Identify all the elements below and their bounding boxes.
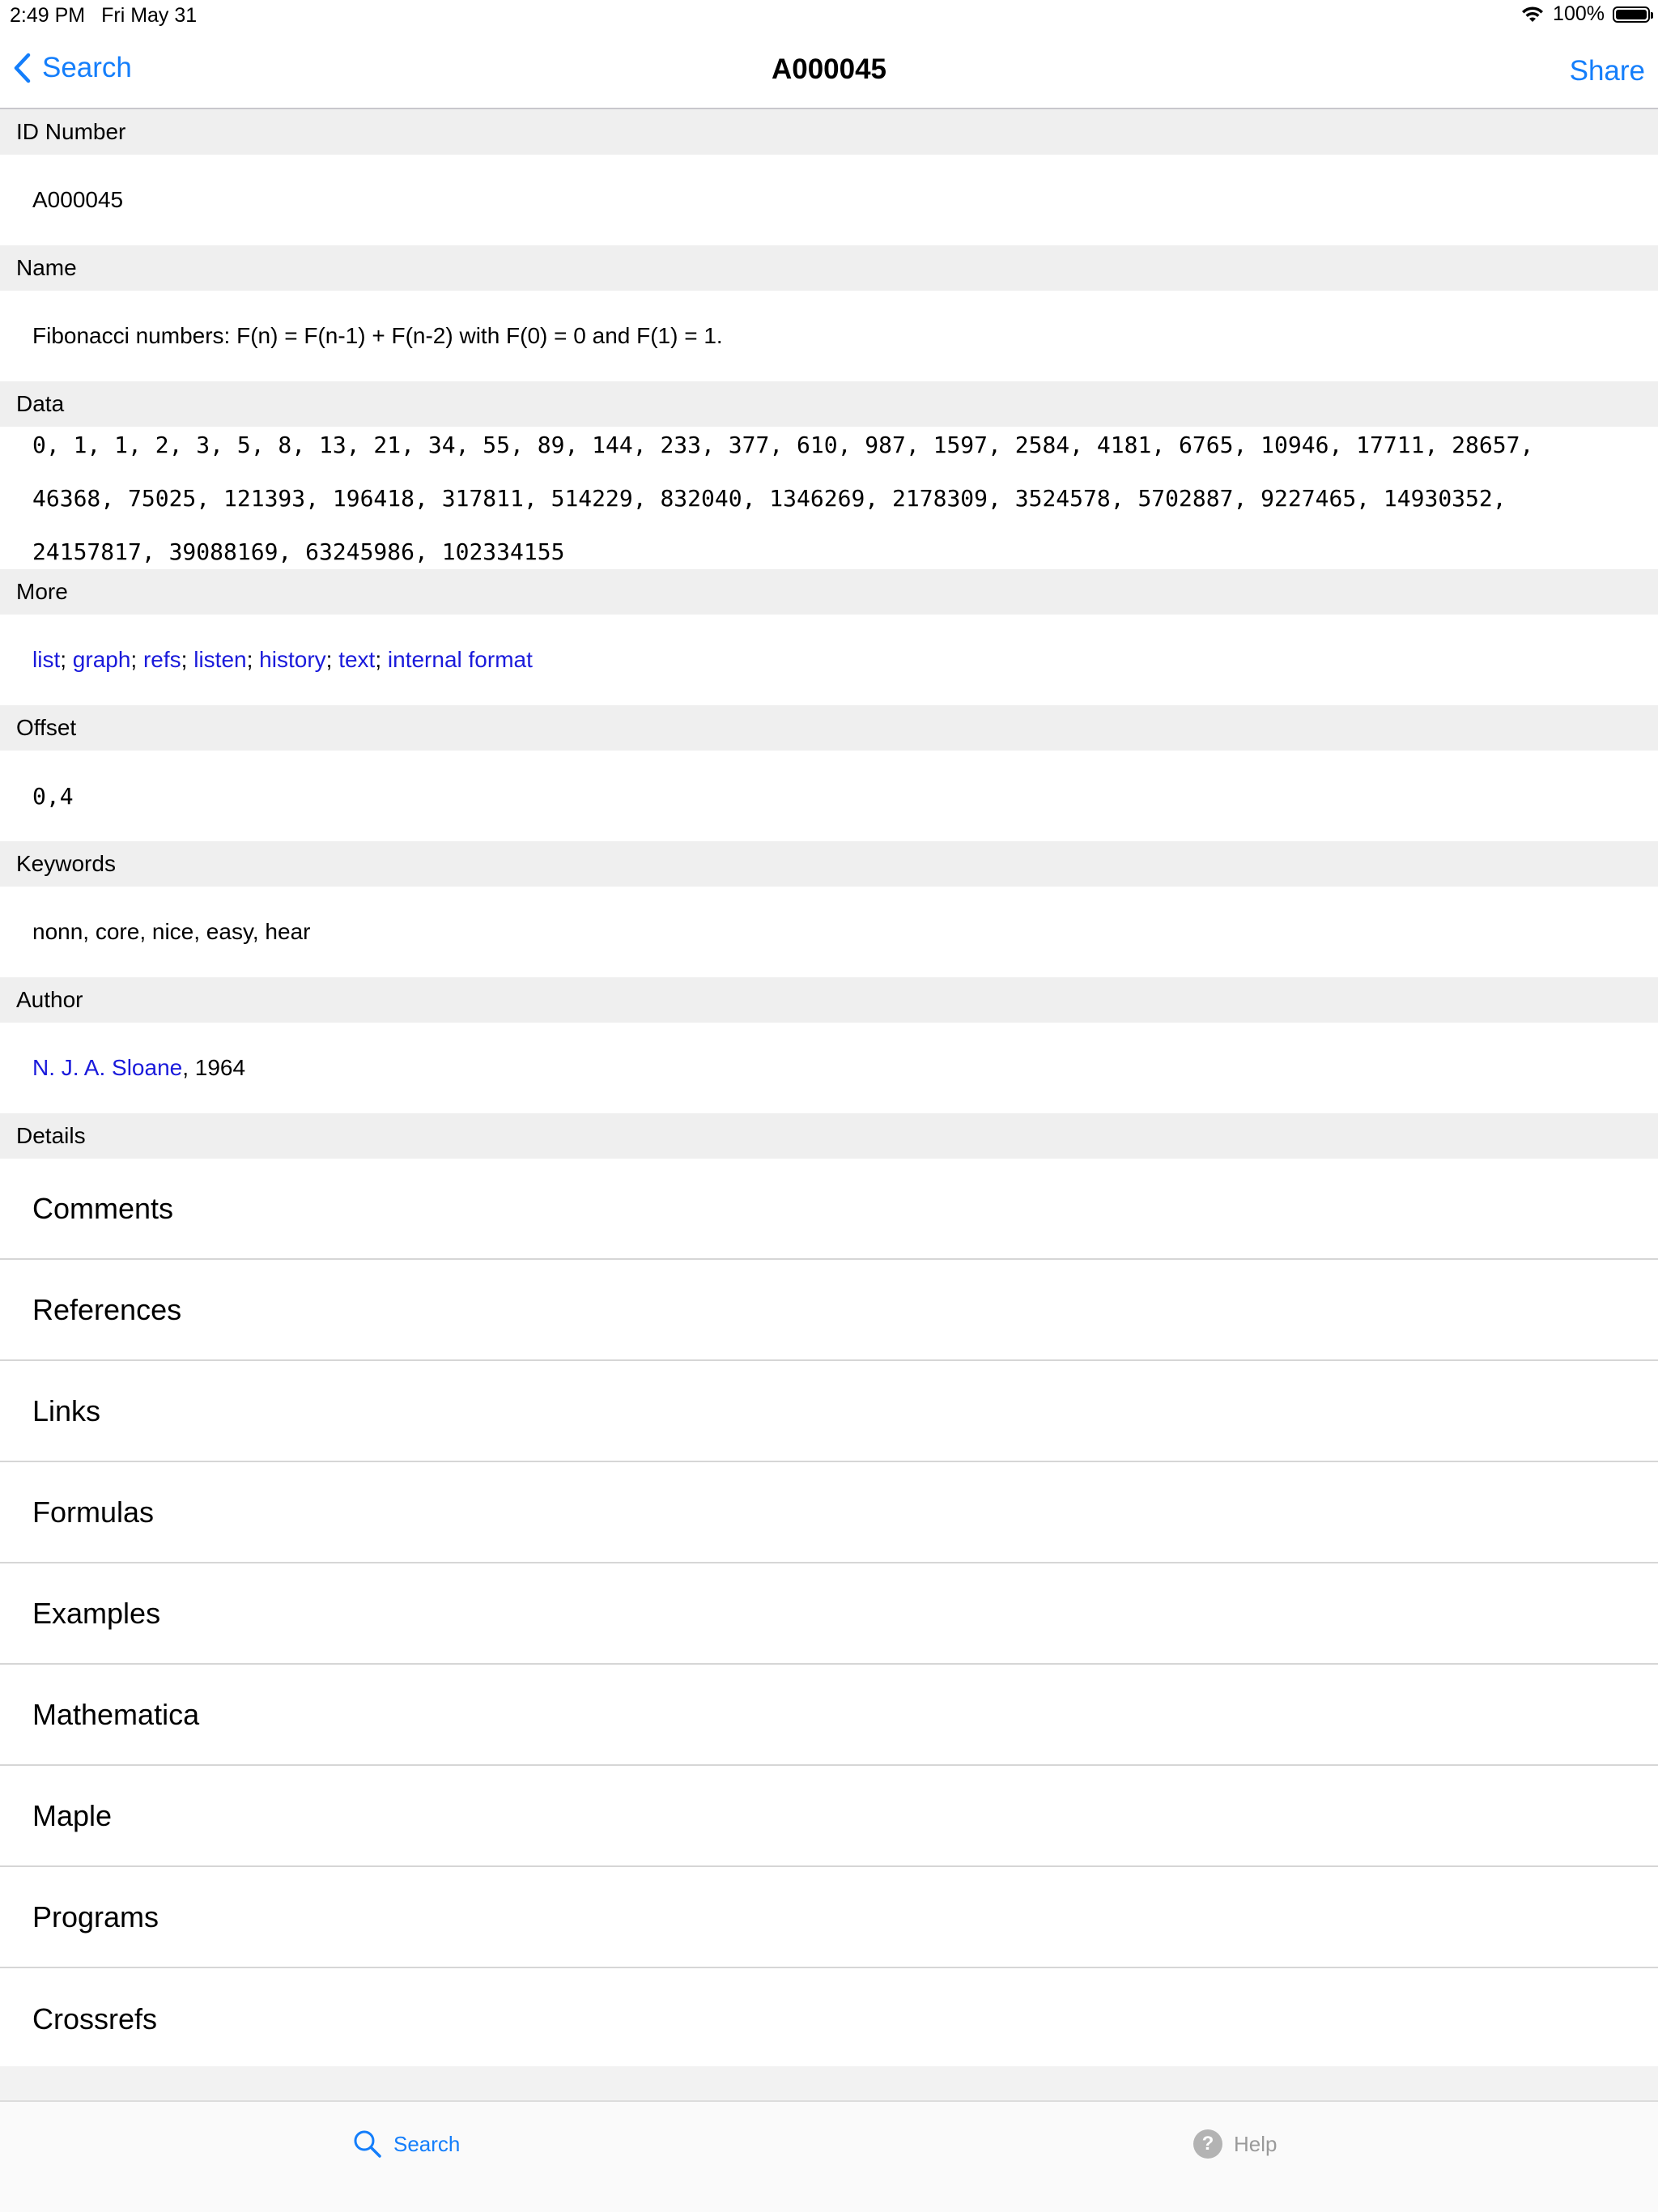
details-item-crossrefs[interactable]: Crossrefs [0, 1968, 1658, 2069]
details-item-mathematica[interactable]: Mathematica [0, 1665, 1658, 1766]
id-number-value: A000045 [0, 155, 1658, 245]
list-footer [0, 2066, 1658, 2100]
section-header-offset: Offset [0, 705, 1658, 751]
name-value: Fibonacci numbers: F(n) = F(n-1) + F(n-2… [0, 291, 1658, 381]
search-icon [354, 2130, 381, 2158]
data-line: 0, 1, 1, 2, 3, 5, 8, 13, 21, 34, 55, 89,… [32, 431, 1534, 458]
details-item-comments[interactable]: Comments [0, 1159, 1658, 1260]
tab-help-label: Help [1234, 2131, 1278, 2156]
author-year: , 1964 [182, 1055, 246, 1080]
section-header-keywords: Keywords [0, 841, 1658, 887]
data-line: 24157817, 39088169, 63245986, 102334155 [32, 538, 565, 565]
page-title: A000045 [771, 53, 887, 85]
details-list: Comments References Links Formulas Examp… [0, 1159, 1658, 2069]
keywords-value: nonn, core, nice, easy, hear [0, 887, 1658, 977]
status-date: Fri May 31 [101, 4, 198, 27]
internal-format-link[interactable]: internal format [388, 647, 533, 672]
section-header-id-number: ID Number [0, 109, 1658, 155]
graph-link[interactable]: graph [73, 647, 131, 672]
author-value: N. J. A. Sloane, 1964 [0, 1023, 1658, 1113]
tab-search-label: Search [393, 2131, 461, 2156]
history-link[interactable]: history [259, 647, 325, 672]
listen-link[interactable]: listen [193, 647, 246, 672]
help-icon: ? [1193, 2129, 1222, 2159]
text-link[interactable]: text [338, 647, 375, 672]
status-bar: 2:49 PM Fri May 31 100% [0, 0, 1658, 32]
sequence-detail: ID Number A000045 Name Fibonacci numbers… [0, 109, 1658, 2069]
status-time: 2:49 PM [10, 4, 86, 27]
section-header-author: Author [0, 977, 1658, 1023]
details-item-formulas[interactable]: Formulas [0, 1462, 1658, 1563]
refs-link[interactable]: refs [143, 647, 181, 672]
offset-value: 0,4 [0, 751, 1658, 841]
details-item-programs[interactable]: Programs [0, 1867, 1658, 1968]
wifi-icon [1522, 6, 1544, 22]
details-item-examples[interactable]: Examples [0, 1563, 1658, 1665]
data-line: 46368, 75025, 121393, 196418, 317811, 51… [32, 484, 1507, 512]
tab-search[interactable]: Search [353, 2129, 460, 2159]
tab-bar: Search ? Help [0, 2100, 1658, 2212]
status-right: 100% [1520, 2, 1653, 26]
tab-help[interactable]: ? Help [1193, 2129, 1277, 2159]
section-header-details: Details [0, 1113, 1658, 1159]
details-item-links[interactable]: Links [0, 1361, 1658, 1462]
share-button[interactable]: Share [1570, 55, 1645, 87]
status-left: 2:49 PM Fri May 31 [10, 4, 197, 28]
list-link[interactable]: list [32, 647, 60, 672]
data-value: 0, 1, 1, 2, 3, 5, 8, 13, 21, 34, 55, 89,… [0, 427, 1658, 569]
more-links: list; graph; refs; listen; history; text… [0, 615, 1658, 705]
battery-icon [1613, 6, 1653, 23]
navigation-bar: Search A000045 Share [0, 32, 1658, 109]
section-header-name: Name [0, 245, 1658, 291]
battery-percent: 100% [1553, 2, 1605, 25]
details-item-references[interactable]: References [0, 1260, 1658, 1361]
details-item-maple[interactable]: Maple [0, 1766, 1658, 1867]
author-link[interactable]: N. J. A. Sloane [32, 1055, 182, 1080]
